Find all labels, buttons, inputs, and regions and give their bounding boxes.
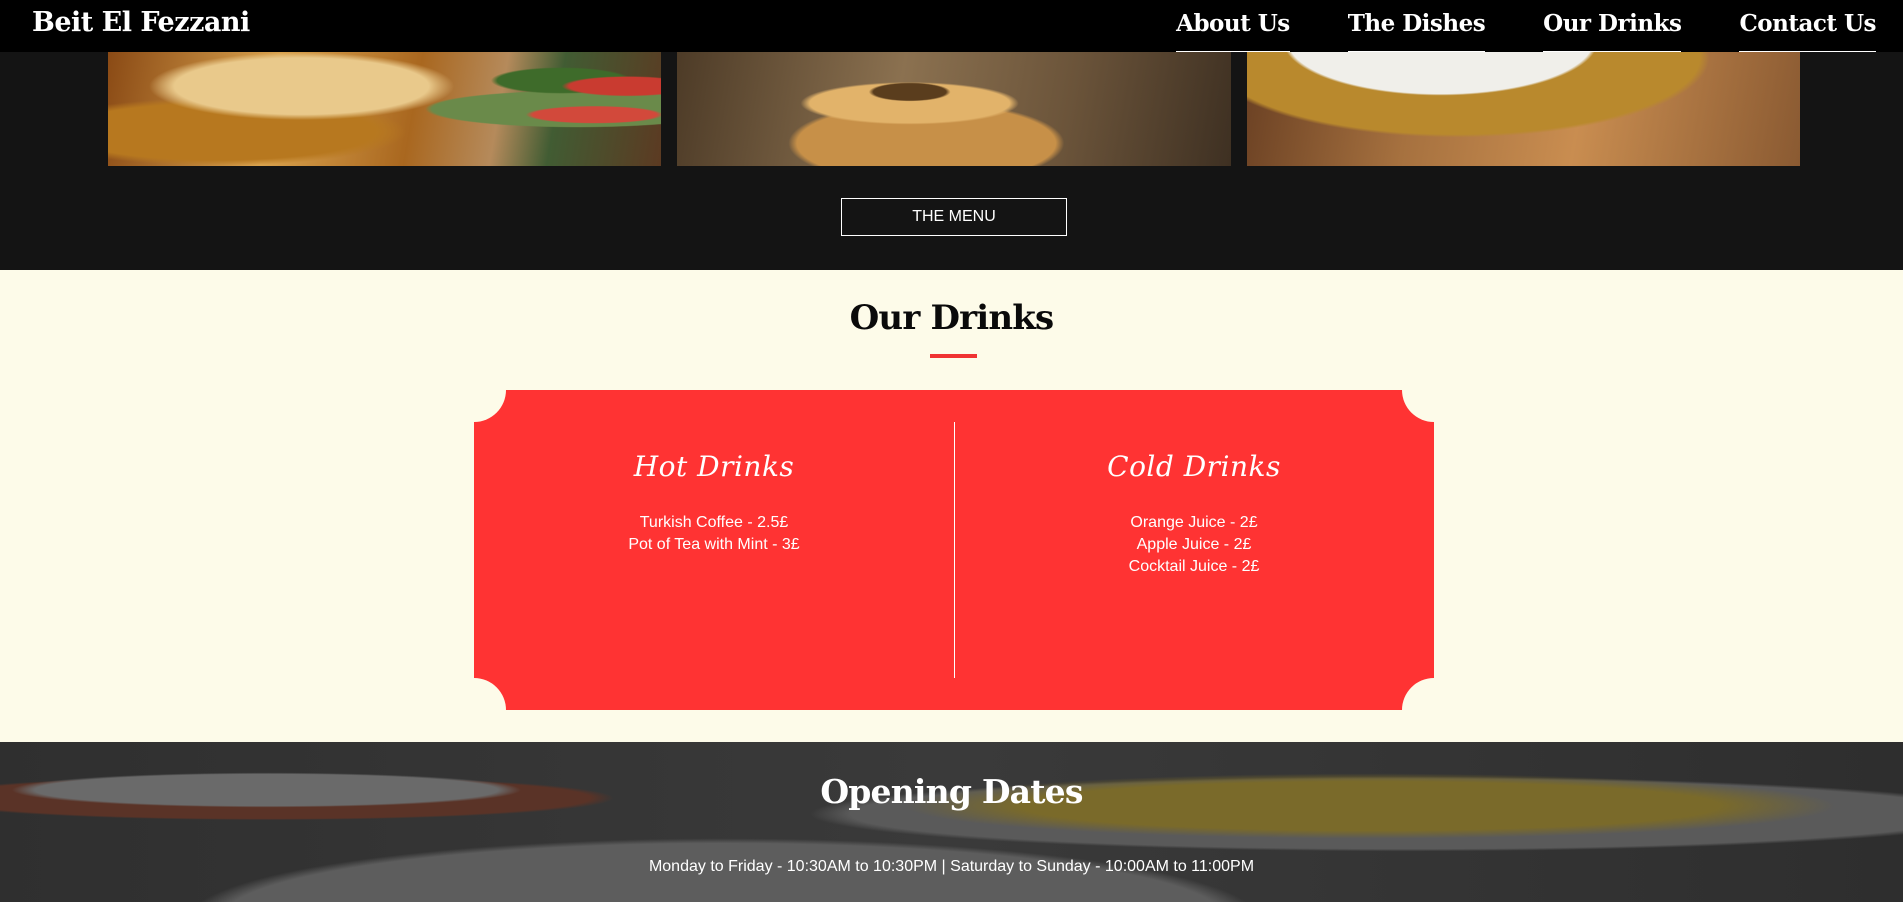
nav-link-contact-us[interactable]: Contact Us — [1739, 0, 1876, 52]
hot-drinks-heading: Hot Drinks — [633, 450, 795, 483]
top-navigation-bar: Beit El Fezzani About Us The Dishes Our … — [0, 0, 1903, 52]
the-menu-button[interactable]: THE MENU — [841, 198, 1067, 236]
dish-photo-fatta — [108, 52, 661, 166]
cold-drinks-column: Cold Drinks Orange Juice - 2£ Apple Juic… — [954, 390, 1434, 578]
opening-hours-text: Monday to Friday - 10:30AM to 10:30PM | … — [648, 858, 1255, 875]
cold-drinks-heading: Cold Drinks — [1107, 450, 1281, 483]
opening-dates-title: Opening Dates — [820, 772, 1083, 811]
nav-links: About Us The Dishes Our Drinks Contact U… — [1118, 0, 1876, 52]
dish-photo-plate — [1247, 52, 1800, 166]
hot-drinks-column: Hot Drinks Turkish Coffee - 2.5£ Pot of … — [474, 390, 954, 556]
drinks-section-title: Our Drinks — [849, 298, 1055, 338]
nav-link-our-drinks[interactable]: Our Drinks — [1543, 0, 1682, 52]
nav-link-the-dishes[interactable]: The Dishes — [1347, 0, 1486, 52]
nav-link-about-us[interactable]: About Us — [1176, 0, 1290, 52]
drinks-card: Hot Drinks Turkish Coffee - 2.5£ Pot of … — [474, 390, 1434, 710]
list-item: Apple Juice - 2£ — [1136, 536, 1252, 553]
brand-logo[interactable]: Beit El Fezzani — [32, 7, 250, 38]
list-item: Turkish Coffee - 2.5£ — [639, 514, 789, 531]
dishes-gallery: THE MENU — [0, 52, 1903, 270]
card-notch — [1402, 678, 1434, 710]
list-item: Cocktail Juice - 2£ — [1128, 558, 1260, 575]
list-item: Orange Juice - 2£ — [1130, 514, 1258, 531]
cold-drinks-list: Orange Juice - 2£ Apple Juice - 2£ Cockt… — [954, 512, 1434, 578]
card-notch — [474, 678, 506, 710]
list-item: Pot of Tea with Mint - 3£ — [628, 536, 800, 553]
hot-drinks-list: Turkish Coffee - 2.5£ Pot of Tea with Mi… — [474, 512, 954, 556]
dish-photo-bread — [677, 52, 1231, 166]
opening-dates-section: Opening Dates Monday to Friday - 10:30AM… — [0, 742, 1903, 902]
title-underline — [930, 354, 977, 358]
